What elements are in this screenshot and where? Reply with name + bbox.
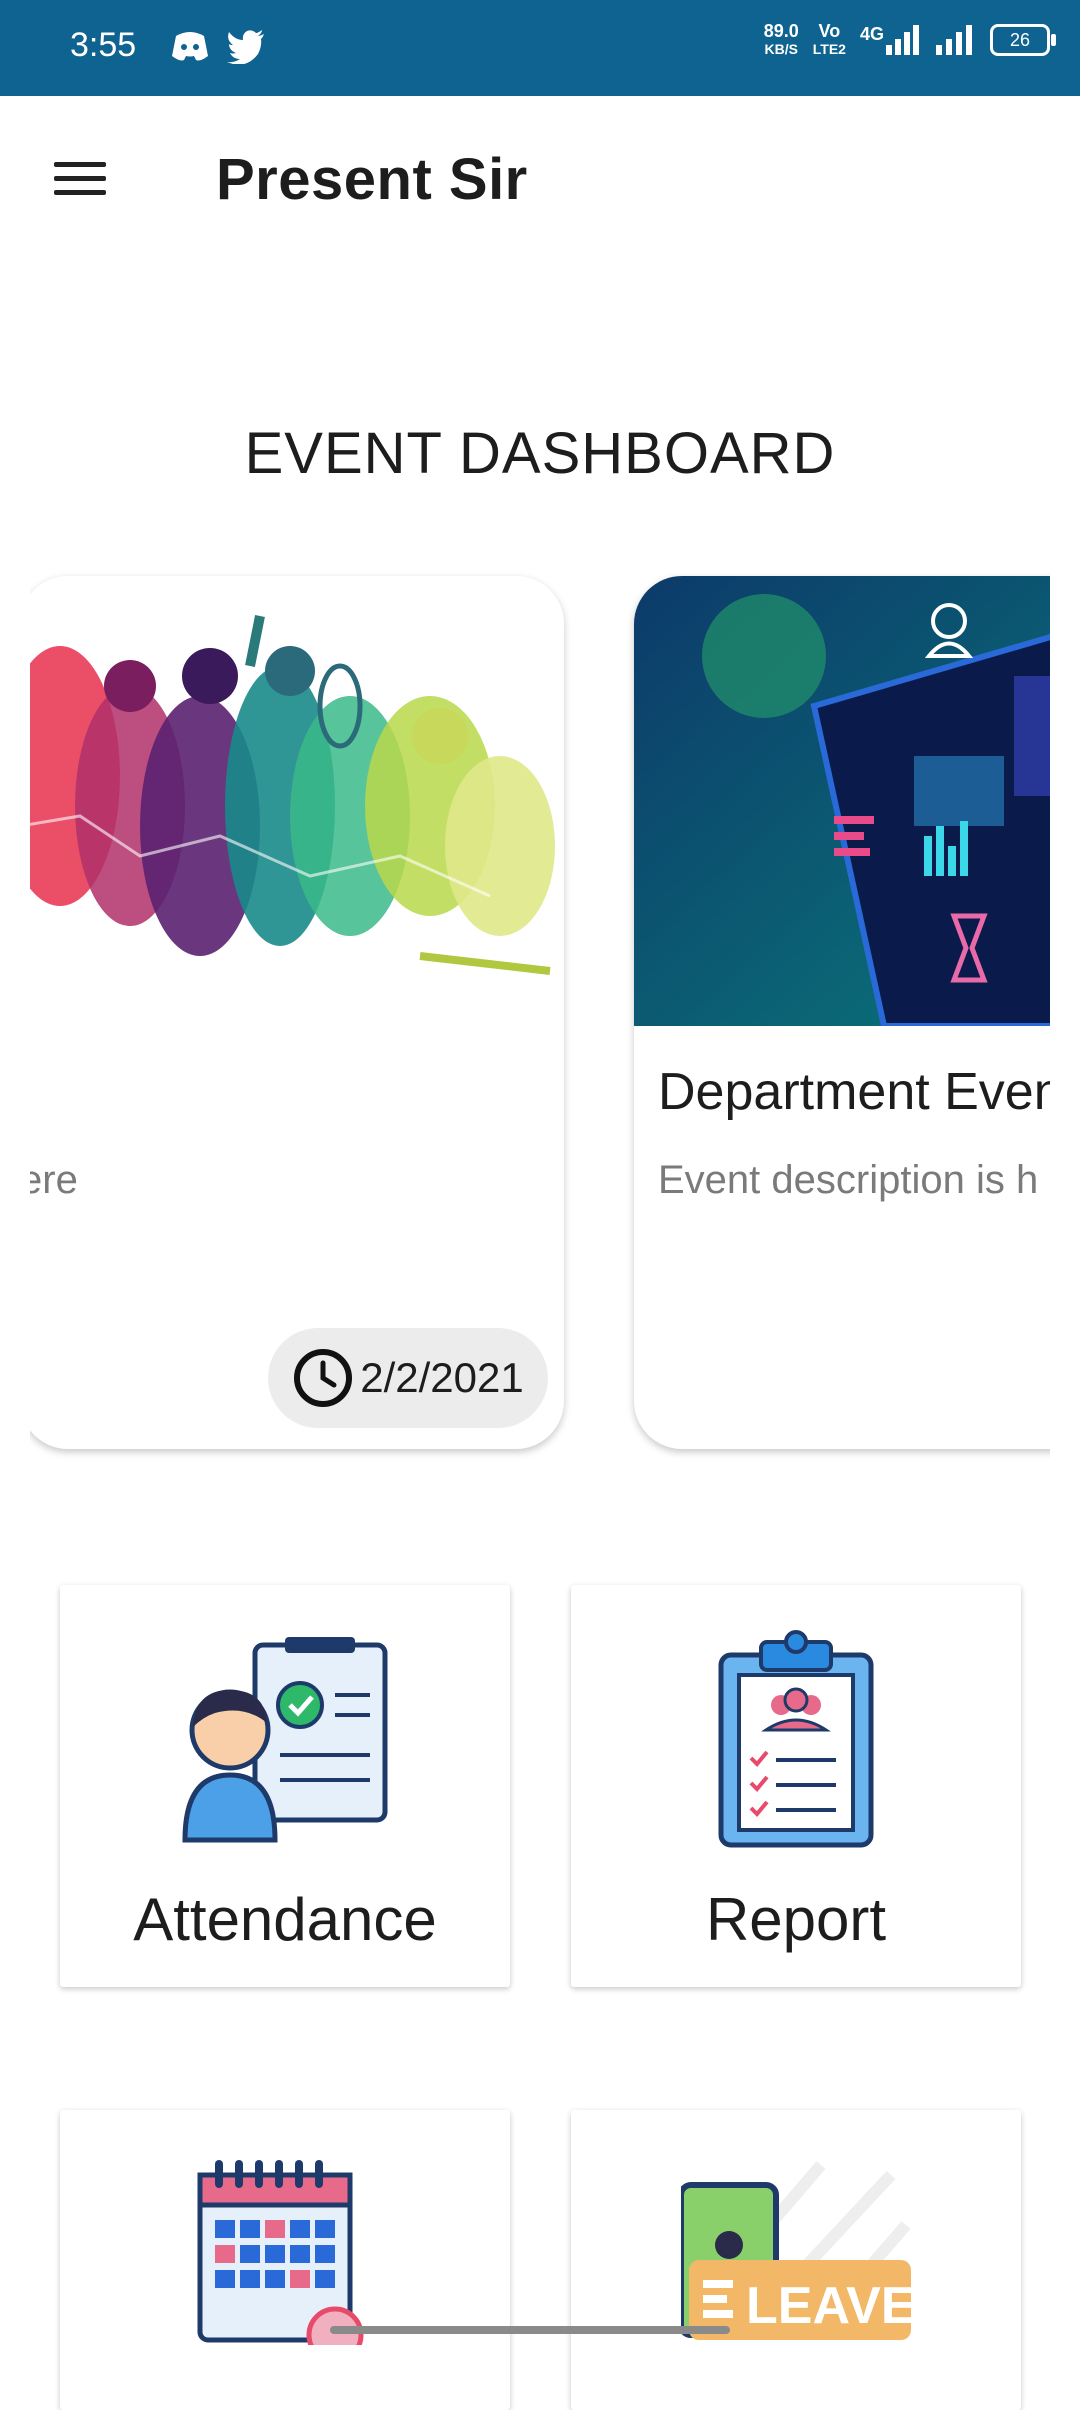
event-card[interactable]: ere 2/2/2021 bbox=[30, 576, 564, 1449]
signal-icon bbox=[886, 25, 919, 55]
report-clipboard-icon bbox=[718, 1630, 874, 1848]
attendance-tile[interactable]: Attendance bbox=[60, 1585, 510, 1987]
event-description: Event description is h bbox=[658, 1158, 1039, 1202]
attendance-label: Attendance bbox=[133, 1886, 437, 1953]
twitter-icon bbox=[227, 30, 264, 64]
network-speed: 89.0 KB/S bbox=[764, 22, 799, 58]
status-bar: 3:55 89.0 KB/S Vo LTE2 4G 26 bbox=[0, 0, 1080, 96]
event-date: 2/2/2021 bbox=[360, 1354, 524, 1401]
leave-badge-text: LEAVE bbox=[746, 2277, 911, 2335]
signal-4g: 4G bbox=[860, 25, 922, 55]
app-bar: Present Sir bbox=[0, 96, 1080, 270]
attendance-icon bbox=[182, 1637, 388, 1843]
status-time: 3:55 bbox=[70, 26, 137, 64]
app-title: Present Sir bbox=[216, 147, 528, 212]
event-title: Department Even bbox=[658, 1063, 1050, 1121]
signal-icon bbox=[936, 25, 972, 55]
clock-icon bbox=[294, 1349, 353, 1407]
sports-silhouettes-image bbox=[30, 576, 564, 1026]
battery-icon: 26 bbox=[990, 24, 1056, 56]
network-type: 4G bbox=[859, 24, 884, 44]
status-indicators: 89.0 KB/S Vo LTE2 4G 26 bbox=[764, 22, 1056, 58]
event-carousel[interactable]: ere 2/2/2021 Department Even Event descr… bbox=[30, 570, 1050, 1470]
leave-icon: LEAVE bbox=[681, 2161, 911, 2340]
report-label: Report bbox=[705, 1886, 887, 1953]
volte-indicator: Vo LTE2 bbox=[813, 22, 846, 58]
hamburger-menu-icon[interactable] bbox=[48, 156, 112, 206]
speed-value: 89.0 bbox=[763, 21, 799, 41]
volte-bottom: LTE2 bbox=[812, 41, 846, 57]
discord-icon bbox=[172, 32, 208, 61]
event-description: ere bbox=[30, 1158, 78, 1202]
leave-tile[interactable]: LEAVE bbox=[571, 2110, 1021, 2410]
event-date-chip: 2/2/2021 bbox=[268, 1328, 548, 1428]
calendar-icon bbox=[197, 2160, 364, 2345]
speed-unit: KB/S bbox=[764, 41, 798, 57]
tech-dashboard-image bbox=[634, 576, 1050, 1026]
volte-top: Vo bbox=[818, 21, 841, 41]
report-tile[interactable]: Report bbox=[571, 1585, 1021, 1987]
calendar-tile[interactable] bbox=[60, 2110, 510, 2410]
status-notification-icons bbox=[170, 28, 266, 64]
event-card[interactable]: Department Even Event description is h bbox=[634, 576, 1050, 1449]
dashboard-title: EVENT DASHBOARD bbox=[244, 421, 836, 486]
scroll-indicator bbox=[330, 2326, 730, 2334]
